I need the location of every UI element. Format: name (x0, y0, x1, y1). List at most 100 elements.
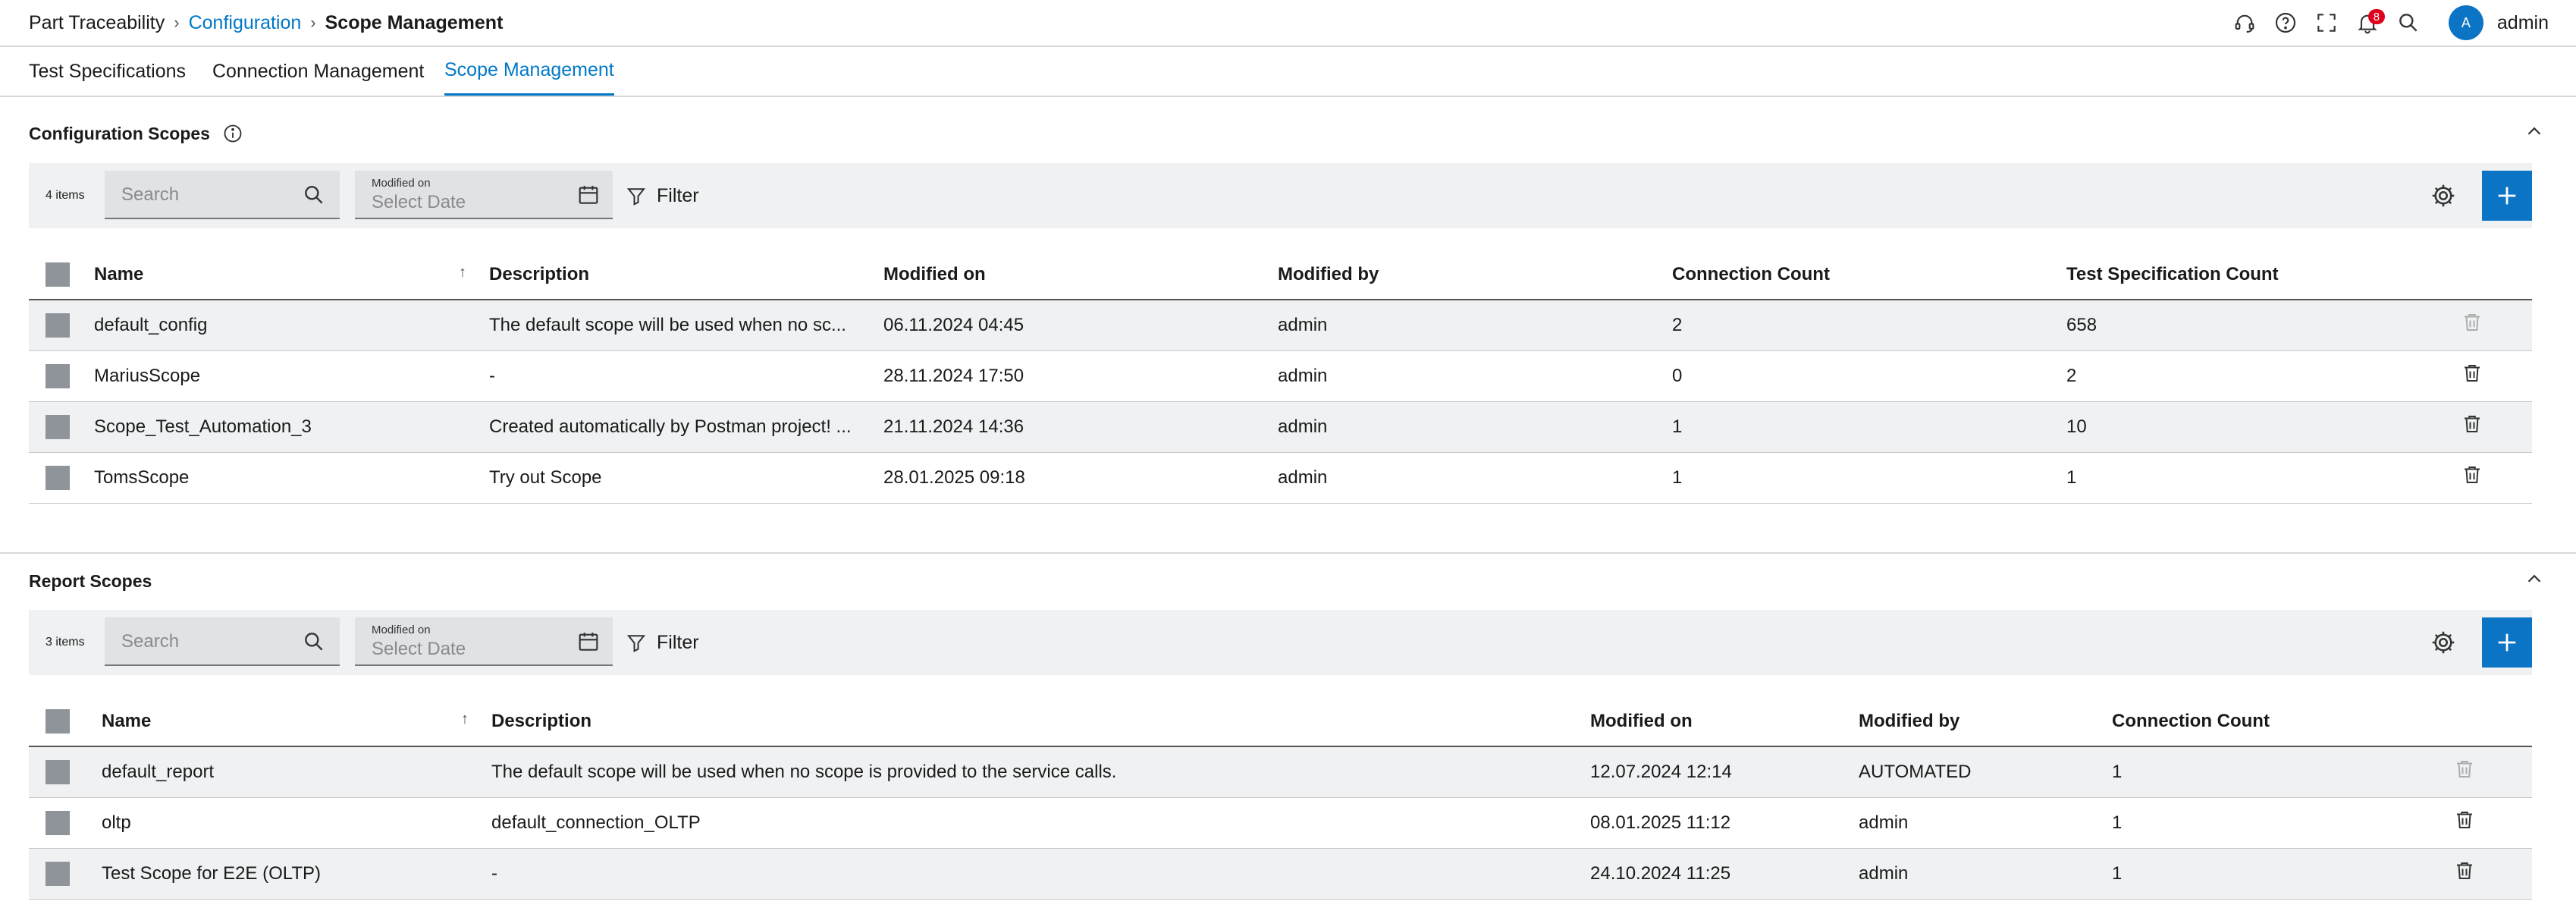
trash-icon (2453, 758, 2476, 781)
cell-modified-by: admin (1278, 452, 1672, 504)
help-icon[interactable] (2265, 0, 2306, 46)
filter-icon (626, 188, 646, 206)
cell-modified-on: 08.01.2025 11:12 (1590, 797, 1859, 849)
calendar-icon (579, 186, 598, 204)
date-placeholder: Select Date (372, 192, 466, 212)
select-all-checkbox[interactable] (45, 262, 70, 287)
cell-description: Created automatically by Postman project… (489, 401, 883, 453)
gear-icon[interactable] (2429, 628, 2458, 657)
tab-test-specifications[interactable]: Test Specifications (29, 47, 186, 96)
bell-icon[interactable]: 8 (2347, 0, 2388, 46)
trash-icon[interactable] (2453, 809, 2476, 831)
cell-name: default_config (94, 300, 489, 351)
column-header-description[interactable]: Description (491, 696, 1590, 747)
column-header-connection-count[interactable]: Connection Count (1672, 250, 2066, 300)
add-config-scope-button[interactable] (2482, 171, 2532, 221)
trash-icon[interactable] (2461, 362, 2483, 385)
cell-modified-by: admin (1859, 848, 2112, 900)
column-header-name[interactable]: Name ↑ (102, 696, 491, 747)
filter-button[interactable]: Filter (625, 610, 699, 675)
row-checkbox[interactable] (45, 810, 70, 835)
column-header-connection-count[interactable]: Connection Count (2112, 696, 2453, 747)
cell-connection-count: 1 (2112, 797, 2453, 849)
tab-scope-management[interactable]: Scope Management (444, 47, 614, 96)
date-picker[interactable]: Modified on Select Date (355, 617, 613, 666)
table-row[interactable]: TomsScope Try out Scope 28.01.2025 09:18 ad… (29, 452, 2532, 504)
sort-arrow-up-icon[interactable]: ↑ (461, 711, 469, 728)
table-header: Name ↑ Description Modified on Modified b… (29, 696, 2532, 747)
chevron-up-icon[interactable] (2523, 120, 2546, 143)
cell-test-spec-count: 2 (2066, 350, 2461, 402)
date-label: Modified on (372, 624, 431, 636)
column-header-name[interactable]: Name ↑ (94, 250, 489, 300)
table-row[interactable]: MariusScope -28.11.2024 17:50 admin 0 2 (29, 350, 2532, 402)
cell-name: default_report (102, 746, 491, 798)
chevron-up-icon[interactable] (2523, 567, 2546, 590)
headset-icon[interactable] (2224, 0, 2265, 46)
breadcrumb: Part Traceability › Configuration › Scop… (29, 0, 503, 46)
row-checkbox[interactable] (45, 465, 70, 490)
plus-icon (2498, 187, 2516, 205)
breadcrumb-item-part-traceability[interactable]: Part Traceability (29, 12, 165, 34)
column-header-description[interactable]: Description (489, 250, 883, 300)
trash-icon[interactable] (2453, 859, 2476, 882)
fullscreen-icon[interactable] (2306, 0, 2347, 46)
table-row[interactable]: default_config The default scope will be … (29, 300, 2532, 351)
trash-icon[interactable] (2461, 463, 2483, 486)
select-all-checkbox[interactable] (45, 708, 70, 734)
cell-modified-by: AUTOMATED (1859, 746, 2112, 798)
cell-modified-on: 28.11.2024 17:50 (883, 350, 1278, 402)
cell-connection-count: 0 (1672, 350, 2066, 402)
column-header-modified-on[interactable]: Modified on (883, 250, 1278, 300)
cell-connection-count: 1 (2112, 746, 2453, 798)
search-icon[interactable] (2388, 0, 2429, 46)
cell-connection-count: 1 (1672, 401, 2066, 453)
report-scopes-toolbar: 3 items Search Modified on Select Date F… (29, 610, 2532, 675)
notification-badge: 8 (2367, 9, 2385, 24)
search-input[interactable]: Search (105, 617, 340, 666)
table-row[interactable]: Scope_Test_Automation_3 Created automatic… (29, 401, 2532, 453)
row-checkbox[interactable] (45, 861, 70, 886)
avatar[interactable]: A (2448, 5, 2483, 40)
config-scopes-title-text: Configuration Scopes (29, 123, 210, 143)
row-checkbox[interactable] (45, 759, 70, 784)
table-row[interactable]: default_report The default scope will be … (29, 746, 2532, 798)
row-checkbox[interactable] (45, 363, 70, 388)
cell-modified-on: 28.01.2025 09:18 (883, 452, 1278, 504)
cell-description: - (491, 848, 1590, 900)
cell-test-spec-count: 10 (2066, 401, 2461, 453)
search-input[interactable]: Search (105, 171, 340, 219)
user-name[interactable]: admin (2497, 12, 2549, 34)
cell-test-spec-count: 658 (2066, 300, 2461, 351)
item-count: 3 items (45, 636, 85, 649)
table-row[interactable]: oltp default_connection_OLTP 08.01.2025 11… (29, 797, 2532, 849)
search-icon (305, 633, 323, 651)
row-checkbox[interactable] (45, 313, 70, 338)
column-header-modified-by[interactable]: Modified by (1278, 250, 1672, 300)
breadcrumb-item-current: Scope Management (325, 11, 504, 33)
filter-button[interactable]: Filter (625, 163, 699, 228)
table-header: Name ↑ Description Modified on Modified b… (29, 250, 2532, 300)
chevron-right-icon: › (310, 13, 316, 32)
gear-icon[interactable] (2429, 181, 2458, 210)
report-scopes-table: Name ↑ Description Modified on Modified b… (29, 696, 2532, 900)
row-checkbox[interactable] (45, 414, 70, 439)
date-picker[interactable]: Modified on Select Date (355, 171, 613, 219)
report-scopes-title: Report Scopes (29, 567, 152, 595)
cell-name: Test Scope for E2E (OLTP) (102, 848, 491, 900)
column-header-test-spec-count[interactable]: Test Specification Count (2066, 250, 2461, 300)
tab-connection-management[interactable]: Connection Management (212, 47, 424, 96)
date-placeholder: Select Date (372, 639, 466, 659)
app-header: Part Traceability › Configuration › Scop… (0, 0, 2576, 47)
breadcrumb-item-configuration[interactable]: Configuration (189, 12, 302, 34)
add-report-scope-button[interactable] (2482, 617, 2532, 668)
info-icon[interactable] (222, 123, 243, 144)
cell-name: oltp (102, 797, 491, 849)
trash-icon[interactable] (2461, 413, 2483, 435)
column-header-modified-by[interactable]: Modified by (1859, 696, 2112, 747)
cell-test-spec-count: 1 (2066, 452, 2461, 504)
sort-arrow-up-icon[interactable]: ↑ (459, 264, 466, 281)
section-divider (0, 552, 2576, 554)
table-row[interactable]: Test Scope for E2E (OLTP) -24.10.2024 11:… (29, 848, 2532, 900)
column-header-modified-on[interactable]: Modified on (1590, 696, 1859, 747)
